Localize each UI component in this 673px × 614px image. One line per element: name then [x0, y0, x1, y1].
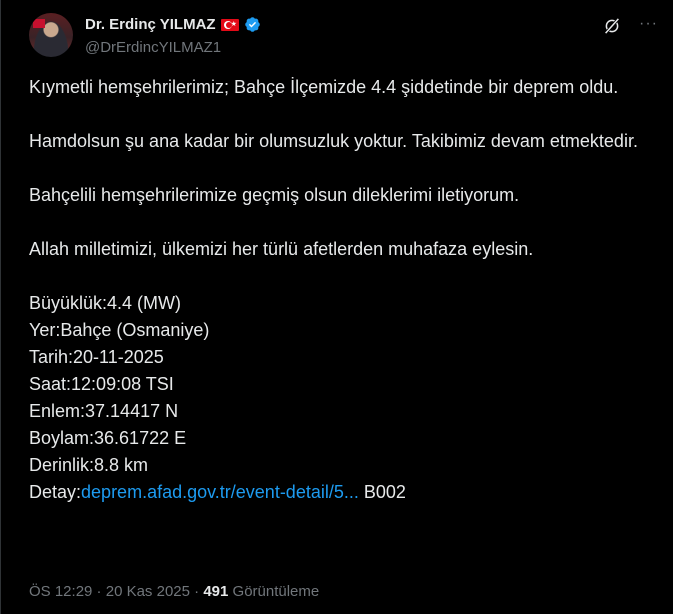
- tweet-meta: ÖS 12:29 · 20 Kas 2025 · 491 Görüntüleme: [29, 583, 319, 600]
- author-name[interactable]: Dr. Erdinç YILMAZ: [85, 16, 216, 33]
- detail-line: Boylam:36.61722 E: [29, 428, 187, 448]
- avatar[interactable]: [29, 13, 73, 57]
- tweet-date[interactable]: 20 Kas 2025: [106, 583, 190, 600]
- author-handle[interactable]: @DrErdincYILMAZ1: [85, 39, 221, 56]
- author-name-row: Dr. Erdinç YILMAZ ★: [85, 16, 261, 33]
- detail-suffix: B002: [358, 482, 406, 502]
- more-options-icon[interactable]: ···: [639, 15, 657, 33]
- tweet-paragraph: Kıymetli hemşehrilerimiz; Bahçe İlçemizd…: [29, 77, 619, 97]
- detail-line: Yer:Bahçe (Osmaniye): [29, 320, 210, 340]
- detail-line: Büyüklük:4.4 (MW): [29, 293, 182, 313]
- detail-link-line: Detay:deprem.afad.gov.tr/event-detail/5.…: [29, 479, 649, 506]
- tweet-paragraph: Allah milletimizi, ülkemizi her türlü af…: [29, 239, 534, 259]
- verified-badge-icon[interactable]: [244, 16, 261, 33]
- view-count: 491: [203, 583, 229, 600]
- grok-icon[interactable]: [603, 17, 621, 35]
- turkey-flag-icon: ★: [220, 18, 239, 31]
- tweet-paragraph: Bahçelili hemşehrilerimize geçmiş olsun …: [29, 185, 520, 205]
- tweet-header: Dr. Erdinç YILMAZ ★ @DrErdincYILMAZ1 ···: [29, 13, 657, 61]
- detail-line: Enlem:37.14417 N: [29, 401, 179, 421]
- tweet-paragraph: Hamdolsun şu ana kadar bir olumsuzluk yo…: [29, 131, 638, 151]
- detail-line: Tarih:20-11-2025: [29, 347, 164, 367]
- afad-link[interactable]: deprem.afad.gov.tr/event-detail/5...: [81, 482, 359, 502]
- tweet-text: Kıymetli hemşehrilerimiz; Bahçe İlçemizd…: [29, 74, 649, 506]
- meta-separator: ·: [92, 583, 106, 600]
- meta-separator: ·: [189, 583, 204, 600]
- detail-line: Derinlik:8.8 km: [29, 455, 149, 475]
- views-label: Görüntüleme: [228, 583, 320, 600]
- tweet-time[interactable]: ÖS 12:29: [29, 583, 92, 600]
- detail-label: Detay:: [29, 482, 82, 502]
- tweet: Dr. Erdinç YILMAZ ★ @DrErdincYILMAZ1 ···…: [0, 0, 673, 614]
- detail-line: Saat:12:09:08 TSI: [29, 374, 174, 394]
